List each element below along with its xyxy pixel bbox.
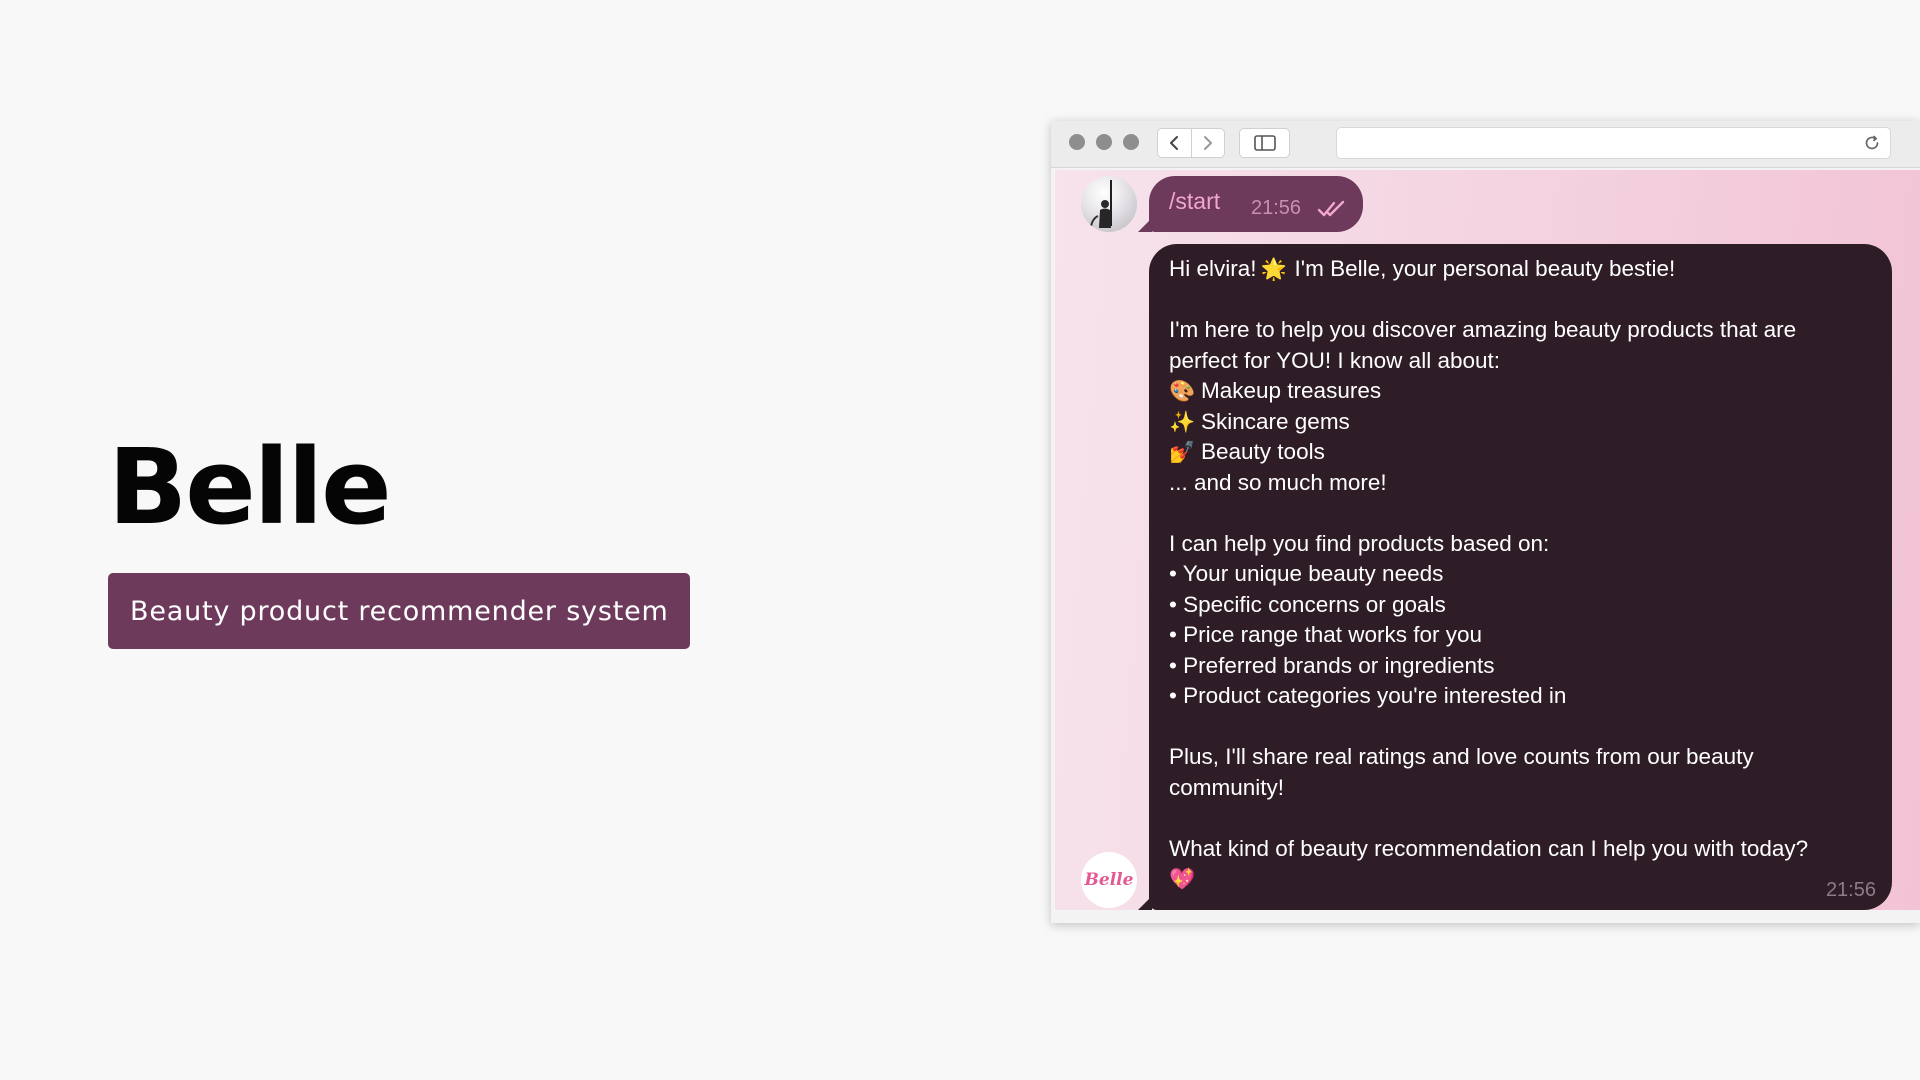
ratings-line-2: community! [1169, 774, 1285, 800]
category-item: 🎨 Makeup treasures [1169, 376, 1872, 407]
basis-item: • Price range that works for you [1169, 622, 1483, 647]
user-message-time: 21:56 [1251, 197, 1302, 219]
traffic-light-minimize[interactable] [1096, 134, 1112, 150]
greeting-rest-text: I'm Belle, your personal beauty bestie! [1294, 256, 1676, 281]
intro-line-2: perfect for YOU! I know all about: [1169, 347, 1500, 373]
sparkling-heart-emoji-icon: 💖 [1169, 867, 1196, 891]
basis-item: • Specific concerns or goals [1169, 591, 1446, 617]
greeting-text: Hi elvira! [1169, 256, 1257, 281]
user-avatar[interactable] [1081, 176, 1137, 232]
slide: Belle Beauty product recommender system [0, 0, 1920, 1080]
basis-heading: I can help you find products based on: [1169, 530, 1550, 556]
category-label: Beauty tools [1201, 439, 1325, 464]
back-arrow-icon[interactable] [1158, 129, 1191, 157]
basis-item: • Preferred brands or ingredients [1169, 652, 1495, 678]
hero-badge: Beauty product recommender system [108, 573, 690, 649]
palette-emoji-icon: 🎨 [1169, 379, 1196, 403]
ratings-line-1: Plus, I'll share real ratings and love c… [1169, 744, 1754, 769]
hero-title: Belle [108, 426, 392, 548]
traffic-light-close[interactable] [1069, 134, 1085, 150]
intro-line-1: I'm here to help you discover amazing be… [1169, 317, 1797, 342]
category-label: Makeup treasures [1201, 378, 1382, 403]
user-message-bubble: /start 21:56 [1138, 176, 1363, 232]
bot-message-time: 21:56 [1825, 879, 1876, 901]
category-label: Skincare gems [1201, 408, 1350, 434]
bot-avatar[interactable]: Belle [1081, 852, 1137, 908]
user-message-text: /start [1169, 188, 1221, 214]
greeting-line: Hi elvira! 🌟 I'm Belle, your personal beau… [1169, 254, 1872, 285]
belle-logo: Belle [1084, 870, 1134, 890]
basis-item: • Product categories you're interested i… [1169, 683, 1567, 708]
basis-item: • Your unique beauty needs [1169, 561, 1444, 586]
nav-button-group [1157, 128, 1225, 158]
forward-arrow-icon[interactable] [1190, 129, 1225, 157]
address-bar[interactable] [1336, 127, 1891, 159]
question-emoji-line: 💖 [1169, 864, 1872, 895]
traffic-light-maximize[interactable] [1123, 134, 1139, 150]
category-item: ✨ Skincare gems [1169, 407, 1872, 438]
sidebar-toggle-icon[interactable] [1239, 128, 1290, 158]
chat-area[interactable]: /start 21:56 Hi elvira! 🌟 I'm Belle, your … [1055, 170, 1920, 910]
star-emoji-icon: 🌟 [1260, 257, 1287, 281]
reload-icon[interactable] [1862, 133, 1882, 153]
more-line: ... and so much more! [1169, 469, 1387, 495]
nail-polish-emoji-icon: 💅 [1169, 440, 1196, 464]
category-item: 💅 Beauty tools [1169, 437, 1872, 468]
user-photo-icon [1090, 180, 1112, 228]
bot-message-bubble: Hi elvira! 🌟 I'm Belle, your personal beau… [1138, 244, 1892, 910]
double-check-icon [1317, 200, 1345, 217]
sparkles-emoji-icon: ✨ [1169, 409, 1196, 434]
browser-toolbar [1051, 121, 1920, 168]
question-line: What kind of beauty recommendation can I… [1169, 835, 1809, 861]
browser-window: /start 21:56 Hi elvira! 🌟 I'm Belle, your … [1051, 121, 1920, 923]
